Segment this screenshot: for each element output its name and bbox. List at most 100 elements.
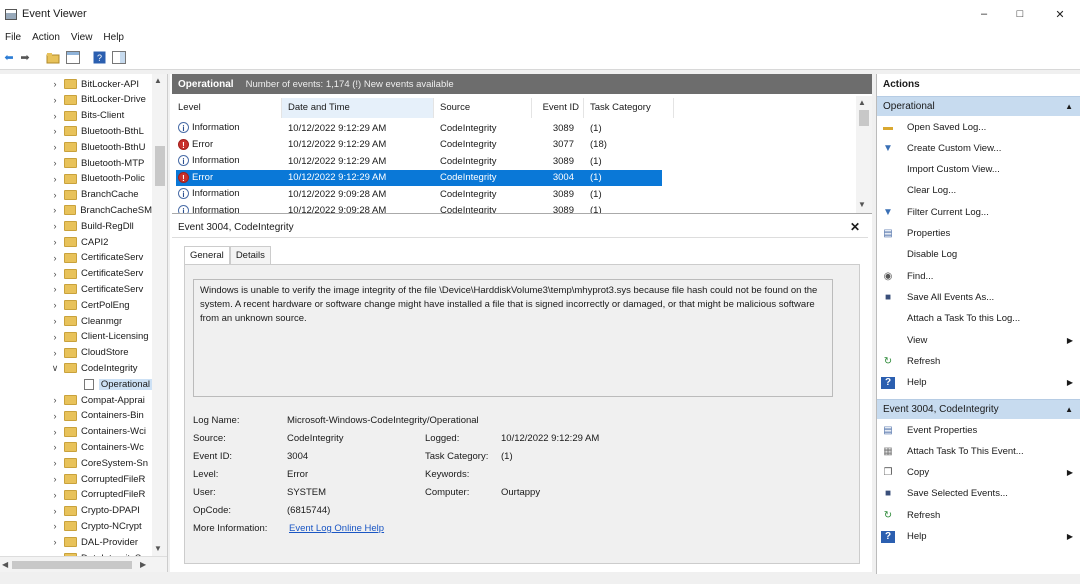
tree-item[interactable]: › Client-Licensing bbox=[0, 329, 152, 345]
chevron-right-icon[interactable]: › bbox=[50, 158, 60, 168]
maximize-button[interactable]: □ bbox=[1000, 0, 1040, 28]
chevron-right-icon[interactable]: › bbox=[50, 427, 60, 437]
tree-vertical-scrollbar[interactable]: ▲ ▼ bbox=[152, 74, 167, 556]
grid-vertical-scrollbar[interactable]: ▲ ▼ bbox=[856, 96, 872, 213]
actions-section-event[interactable]: Event 3004, CodeIntegrity ▲ bbox=[877, 399, 1080, 419]
tree-item[interactable]: › Crypto-DPAPI bbox=[0, 503, 152, 519]
chevron-right-icon[interactable]: › bbox=[50, 126, 60, 136]
tree-horizontal-scrollbar[interactable]: ◀ ▶ bbox=[0, 556, 167, 572]
chevron-right-icon[interactable]: › bbox=[50, 111, 60, 121]
chevron-right-icon[interactable]: › bbox=[50, 506, 60, 516]
chevron-right-icon[interactable]: › bbox=[50, 332, 60, 342]
table-row[interactable]: ! Error 10/12/2022 9:12:29 AM CodeIntegrity… bbox=[176, 137, 662, 153]
chevron-right-icon[interactable]: › bbox=[50, 411, 60, 421]
action-pane-icon[interactable] bbox=[112, 51, 126, 65]
chevron-right-icon[interactable]: › bbox=[50, 284, 60, 294]
table-row[interactable]: i Information 10/12/2022 9:09:28 AM CodeInt… bbox=[176, 203, 662, 213]
minimize-button[interactable]: – bbox=[964, 0, 1004, 28]
close-window-button[interactable]: ✕ bbox=[1040, 0, 1080, 28]
tree-item[interactable]: › Containers-Wc bbox=[0, 439, 152, 455]
tree-item[interactable]: › BitLocker-API bbox=[0, 76, 152, 92]
tree-item[interactable]: Operational bbox=[0, 376, 152, 392]
menu-action[interactable]: Action bbox=[32, 32, 60, 43]
tree-item[interactable]: › Bluetooth-BthU bbox=[0, 139, 152, 155]
event-log-online-help-link[interactable]: Event Log Online Help bbox=[289, 523, 384, 534]
action-properties[interactable]: ▤ Properties bbox=[881, 224, 1077, 244]
tree-item[interactable]: › Containers-Bin bbox=[0, 408, 152, 424]
column-task-category[interactable]: Task Category bbox=[584, 98, 674, 118]
tree-item[interactable]: › Bluetooth-Polic bbox=[0, 171, 152, 187]
tree-item[interactable]: › Compat-Apprai bbox=[0, 392, 152, 408]
tree-item[interactable]: › CertificateServ bbox=[0, 281, 152, 297]
tree-item[interactable]: › CoreSystem-Sn bbox=[0, 455, 152, 471]
tree-item[interactable]: › Cleanmgr bbox=[0, 313, 152, 329]
grid-scroll-thumb[interactable] bbox=[859, 110, 869, 126]
action-filter-current-log[interactable]: ▼ Filter Current Log... bbox=[881, 202, 1077, 222]
help-icon[interactable]: ? bbox=[92, 51, 106, 65]
chevron-right-icon[interactable]: › bbox=[50, 190, 60, 200]
tree-item[interactable]: › Bluetooth-MTP bbox=[0, 155, 152, 171]
chevron-right-icon[interactable]: › bbox=[50, 95, 60, 105]
action-event-properties[interactable]: ▤ Event Properties bbox=[881, 420, 1077, 440]
tree-item[interactable]: › BranchCacheSM bbox=[0, 202, 152, 218]
action-attach-a-task-to-this-log[interactable]: Attach a Task To this Log... bbox=[881, 309, 1077, 329]
chevron-right-icon[interactable]: › bbox=[50, 300, 60, 310]
scroll-right-icon[interactable]: ▶ bbox=[140, 560, 146, 569]
tree-item[interactable]: ∨ CodeIntegrity bbox=[0, 360, 152, 376]
action-import-custom-view[interactable]: Import Custom View... bbox=[881, 160, 1077, 180]
action-help[interactable]: ? Help ▶ bbox=[881, 373, 1077, 393]
chevron-right-icon[interactable]: › bbox=[50, 221, 60, 231]
tree-item[interactable]: › CAPI2 bbox=[0, 234, 152, 250]
tree-item[interactable]: › Bits-Client bbox=[0, 108, 152, 124]
chevron-right-icon[interactable]: › bbox=[50, 79, 60, 89]
scroll-up-icon[interactable]: ▲ bbox=[858, 98, 866, 107]
tab-general[interactable]: General bbox=[184, 246, 230, 264]
chevron-right-icon[interactable]: › bbox=[50, 142, 60, 152]
chevron-right-icon[interactable]: › bbox=[50, 205, 60, 215]
chevron-right-icon[interactable]: › bbox=[50, 442, 60, 452]
chevron-right-icon[interactable]: › bbox=[50, 490, 60, 500]
scroll-down-icon[interactable]: ▼ bbox=[154, 544, 162, 553]
tree-item[interactable]: › CorruptedFileR bbox=[0, 487, 152, 503]
column-source[interactable]: Source bbox=[434, 98, 532, 118]
collapse-up-icon[interactable]: ▲ bbox=[1065, 400, 1073, 420]
action-attach-task-to-this-event[interactable]: ▦ Attach Task To This Event... bbox=[881, 441, 1077, 461]
action-save-selected-events[interactable]: ■ Save Selected Events... bbox=[881, 484, 1077, 504]
action-find[interactable]: ◉ Find... bbox=[881, 266, 1077, 286]
tree-scroll-thumb[interactable] bbox=[155, 146, 165, 186]
action-copy[interactable]: ❐ Copy ▶ bbox=[881, 463, 1077, 483]
tree-hscroll-thumb[interactable] bbox=[12, 561, 132, 569]
action-disable-log[interactable]: Disable Log bbox=[881, 245, 1077, 265]
tree-item[interactable]: › CloudStore bbox=[0, 345, 152, 361]
tree-item[interactable]: › BitLocker-Drive bbox=[0, 92, 152, 108]
chevron-right-icon[interactable]: › bbox=[50, 237, 60, 247]
menu-help[interactable]: Help bbox=[103, 32, 124, 43]
tree-item[interactable]: › Build-RegDll bbox=[0, 218, 152, 234]
tree-item[interactable]: › DAL-Provider bbox=[0, 534, 152, 550]
table-row[interactable]: ! Error 10/12/2022 9:12:29 AM CodeIntegrity… bbox=[176, 169, 662, 186]
column-event-id[interactable]: Event ID bbox=[532, 98, 584, 118]
actions-section-operational[interactable]: Operational ▲ bbox=[877, 96, 1080, 116]
chevron-right-icon[interactable]: › bbox=[50, 458, 60, 468]
chevron-right-icon[interactable]: › bbox=[50, 537, 60, 547]
chevron-right-icon[interactable]: › bbox=[50, 269, 60, 279]
table-row[interactable]: i Information 10/12/2022 9:12:29 AM CodeInt… bbox=[176, 153, 662, 169]
tree-item[interactable]: › Containers-Wci bbox=[0, 424, 152, 440]
tab-details[interactable]: Details bbox=[229, 246, 271, 264]
chevron-right-icon[interactable]: › bbox=[50, 348, 60, 358]
chevron-right-icon[interactable]: › bbox=[50, 253, 60, 263]
tree-item[interactable]: › BranchCache bbox=[0, 187, 152, 203]
chevron-down-icon[interactable]: ∨ bbox=[50, 363, 60, 374]
scroll-left-icon[interactable]: ◀ bbox=[2, 560, 8, 569]
column-date-time[interactable]: Date and Time bbox=[282, 98, 434, 118]
tree-item[interactable]: › Crypto-NCrypt bbox=[0, 518, 152, 534]
tree-item[interactable]: › CertificateServ bbox=[0, 250, 152, 266]
chevron-right-icon[interactable]: › bbox=[50, 316, 60, 326]
action-clear-log[interactable]: Clear Log... bbox=[881, 181, 1077, 201]
action-help[interactable]: ? Help ▶ bbox=[881, 527, 1077, 547]
tree-item[interactable]: › Bluetooth-BthL bbox=[0, 123, 152, 139]
table-row[interactable]: i Information 10/12/2022 9:12:29 AM CodeInt… bbox=[176, 120, 662, 136]
menu-file[interactable]: File bbox=[5, 32, 21, 43]
collapse-up-icon[interactable]: ▲ bbox=[1065, 97, 1073, 117]
menu-view[interactable]: View bbox=[71, 32, 93, 43]
